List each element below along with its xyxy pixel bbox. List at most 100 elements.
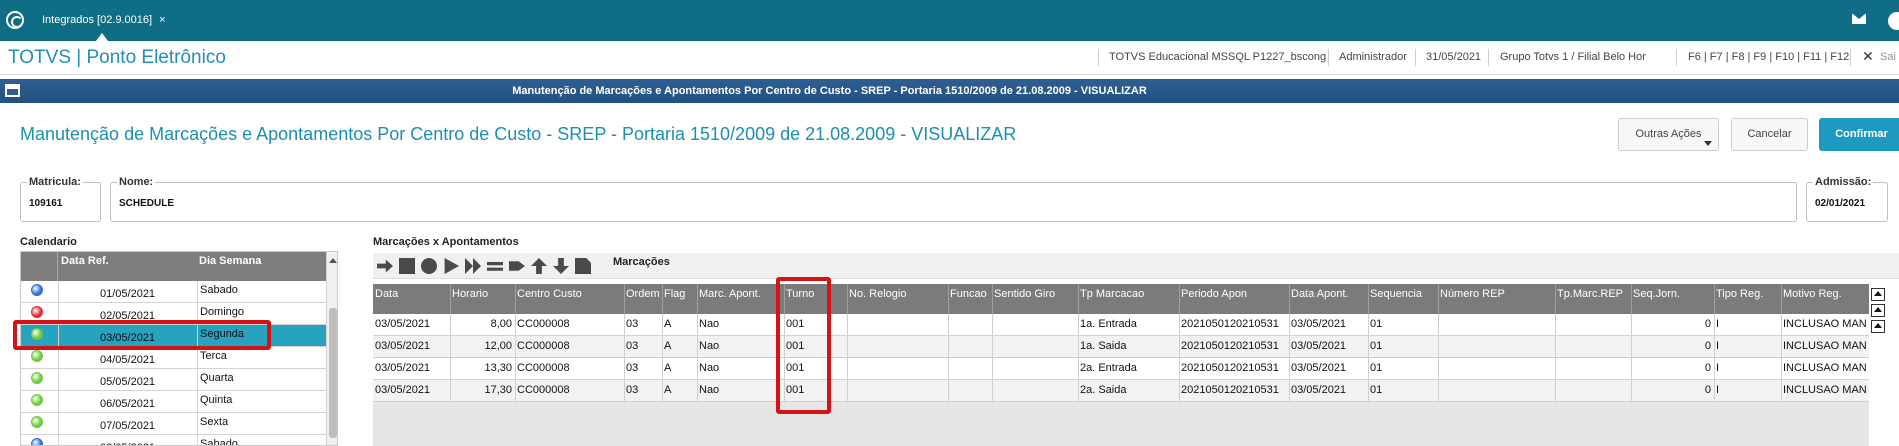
column-header-tp-marc-rep[interactable]: Tp.Marc.REP — [1557, 288, 1623, 300]
calendar-weekday: Quinta — [200, 394, 233, 406]
header-divider — [1328, 49, 1329, 66]
calendar-row[interactable]: 06/05/2021 Quinta — [21, 391, 326, 413]
equals-icon[interactable] — [487, 262, 503, 271]
other-actions-button[interactable]: Outras Ações — [1618, 118, 1719, 151]
table-row[interactable]: 03/05/2021 17,30 CC000008 03 A Nao 0 01 2a. Said… — [373, 380, 1869, 402]
exit-link[interactable]: Sai — [1880, 51, 1896, 63]
column-divider[interactable] — [697, 284, 698, 314]
row-divider — [58, 369, 59, 391]
marks-grid[interactable]: Data Horario Centro Custo Ordem Flag Marc. Ap… — [373, 284, 1869, 446]
column-divider[interactable] — [1781, 284, 1782, 314]
cell-divider — [847, 380, 848, 402]
admissao-field[interactable]: Admissão: 02/01/2021 — [1806, 176, 1888, 222]
column-divider[interactable] — [515, 284, 516, 314]
cell-divider — [662, 358, 663, 380]
table-cell: 03/05/2021 — [1291, 318, 1347, 330]
calendar-row[interactable]: 07/05/2021 Sexta — [21, 413, 326, 435]
column-divider[interactable] — [1714, 284, 1715, 314]
column-divider[interactable] — [1179, 284, 1180, 314]
cell-divider — [624, 336, 625, 358]
column-divider[interactable] — [1555, 284, 1556, 314]
column-header-no-relogio[interactable]: No. Relogio — [849, 288, 906, 300]
circle-stop-icon[interactable] — [421, 258, 437, 274]
column-divider[interactable] — [948, 284, 949, 314]
column-header-periodo-apon[interactable]: Periodo Apon — [1181, 288, 1247, 300]
totvs-logo-icon[interactable] — [6, 11, 24, 29]
cell-divider — [1631, 314, 1632, 336]
column-header-motivo-reg[interactable]: Motivo Reg. — [1783, 288, 1842, 300]
play-icon[interactable] — [444, 258, 459, 274]
scroll-page-up-icon[interactable] — [1871, 304, 1885, 317]
column-divider[interactable] — [662, 284, 663, 314]
arrow-up-icon[interactable] — [531, 258, 547, 274]
cell-divider — [662, 380, 663, 402]
scroll-top-icon[interactable] — [1871, 288, 1885, 301]
column-header-ordem[interactable]: Ordem — [626, 288, 660, 300]
cell-divider — [1438, 336, 1439, 358]
column-divider[interactable] — [1631, 284, 1632, 314]
function-shortcuts[interactable]: F6 | F7 | F8 | F9 | F10 | F11 | F12 — [1688, 51, 1849, 63]
table-cell: 03/05/2021 — [1291, 384, 1347, 396]
table-cell: 01 — [1370, 384, 1383, 396]
column-header-flag[interactable]: Flag — [664, 288, 685, 300]
calendar-row[interactable]: 05/05/2021 Quarta — [21, 369, 326, 391]
tag-right-icon[interactable] — [575, 258, 591, 274]
calendar-row[interactable]: 04/05/2021 Terca — [21, 347, 326, 369]
column-divider[interactable] — [992, 284, 993, 314]
row-divider — [58, 435, 59, 445]
column-divider[interactable] — [847, 284, 848, 314]
column-header-data-apont[interactable]: Data Apont. — [1291, 288, 1349, 300]
cancel-button[interactable]: Cancelar — [1731, 118, 1808, 151]
calendar-row[interactable]: 08/05/2021 Sabado — [21, 435, 326, 445]
environment-info: TOTVS Educacional MSSQL P1227_bscong — [1109, 51, 1327, 63]
calendar-date: 04/05/2021 — [100, 354, 156, 366]
cell-divider — [1289, 314, 1290, 336]
column-header-horario[interactable]: Horario — [452, 288, 488, 300]
table-row[interactable]: 03/05/2021 12,00 CC000008 03 A Nao 0 01 1a. Said… — [373, 336, 1869, 358]
square-icon[interactable] — [399, 258, 415, 274]
column-header-dia-semana[interactable]: Dia Semana — [199, 255, 261, 267]
column-header-data-ref[interactable]: Data Ref. — [61, 255, 109, 267]
column-divider[interactable] — [450, 284, 451, 314]
marks-section-label: Marcações x Apontamentos — [373, 236, 519, 248]
column-header-funcao[interactable]: Funcao — [950, 288, 987, 300]
table-cell: I — [1716, 384, 1720, 396]
column-header-sentido-giro[interactable]: Sentido Giro — [994, 288, 1055, 300]
tag-icon[interactable] — [509, 261, 525, 271]
arrow-down-icon[interactable] — [553, 258, 569, 274]
grid-scroll-controls[interactable] — [1869, 284, 1889, 344]
column-divider[interactable] — [624, 284, 625, 314]
close-app-icon[interactable]: ✕ — [1862, 48, 1874, 65]
column-divider[interactable] — [1078, 284, 1079, 314]
matricula-label: Matricula: — [27, 176, 83, 188]
nome-field[interactable]: Nome: SCHEDULE — [110, 176, 1797, 222]
column-header-sequencia[interactable]: Sequencia — [1370, 288, 1422, 300]
scroll-up-icon[interactable] — [1871, 320, 1885, 333]
column-header-tipo-reg[interactable]: Tipo Reg. — [1716, 288, 1763, 300]
column-header-tp-marcacao[interactable]: Tp Marcacao — [1080, 288, 1144, 300]
scroll-thumb[interactable] — [329, 308, 337, 438]
column-divider[interactable] — [1289, 284, 1290, 314]
column-header-data[interactable]: Data — [375, 288, 398, 300]
confirm-button[interactable]: Confirmar — [1819, 118, 1899, 151]
calendar-row[interactable]: 01/05/2021 Sabado — [21, 281, 326, 303]
fast-forward-icon[interactable] — [465, 258, 481, 274]
status-green-icon — [31, 394, 43, 406]
table-cell: INCLUSAO MANU — [1783, 384, 1866, 396]
table-cell: 13,30 — [484, 362, 512, 374]
mail-icon[interactable] — [1852, 14, 1866, 24]
column-divider[interactable] — [1438, 284, 1439, 314]
column-divider[interactable] — [1368, 284, 1369, 314]
column-header-marc-apont[interactable]: Marc. Apont. — [699, 288, 761, 300]
table-row[interactable]: 03/05/2021 8,00 CC000008 03 A Nao 0 01 1a. Entra… — [373, 314, 1869, 336]
scroll-up-icon[interactable] — [329, 258, 337, 263]
user-avatar-icon[interactable] — [1888, 12, 1899, 30]
matricula-field[interactable]: Matricula: 109161 — [20, 176, 101, 222]
column-header-seq-jorn[interactable]: Seq.Jorn. — [1633, 288, 1680, 300]
calendar-scrollbar[interactable] — [326, 252, 337, 445]
table-row[interactable]: 03/05/2021 13,30 CC000008 03 A Nao 0 01 2a. Entr… — [373, 358, 1869, 380]
column-header-n-mero-rep[interactable]: Número REP — [1440, 288, 1505, 300]
tab-close-icon[interactable]: × — [159, 14, 165, 26]
arrow-right-icon[interactable] — [377, 259, 393, 273]
column-header-centro-custo[interactable]: Centro Custo — [517, 288, 582, 300]
